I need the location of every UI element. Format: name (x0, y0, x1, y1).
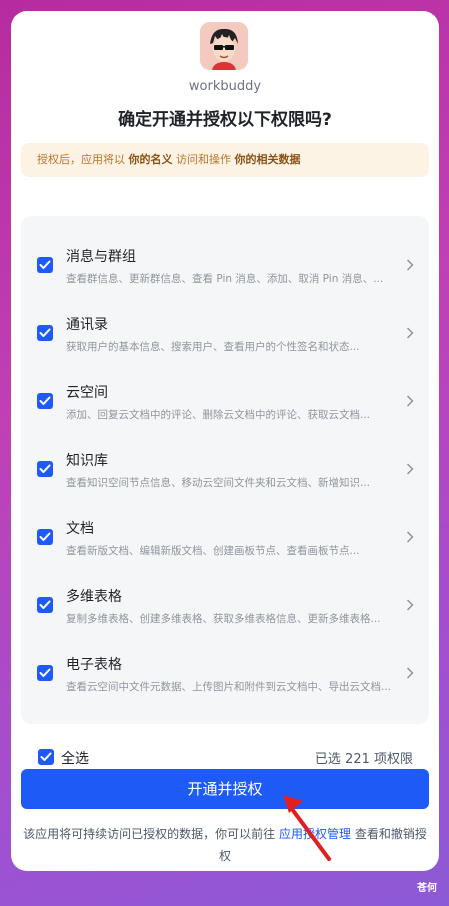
chevron-right-icon[interactable] (406, 667, 414, 679)
permission-name: 消息与群组 (66, 249, 136, 265)
permission-name: 通讯录 (66, 317, 108, 333)
permission-checkbox[interactable] (37, 325, 53, 341)
select-all-checkbox[interactable] (38, 749, 54, 765)
authorize-button[interactable]: 开通并授权 (21, 769, 429, 809)
permission-name: 电子表格 (66, 657, 122, 673)
select-all-label[interactable]: 全选 (61, 748, 89, 768)
footer-text-1: 该应用将可持续访问已授权的数据，你可以前往 (23, 827, 279, 841)
selected-count: 已选 221 项权限 (314, 752, 413, 767)
permission-item-wiki[interactable]: 知识库 查看知识空间节点信息、移动云空间文件夹和云文档、新增知识... (21, 420, 429, 489)
notice-strong-1: 你的名义 (128, 153, 173, 166)
permission-desc: 查看云空间中文件元数据、上传图片和附件到云文档中、导出云文档... (66, 681, 392, 693)
permission-checkbox[interactable] (37, 257, 53, 273)
permission-item-cloud-space[interactable]: 云空间 添加、回复云文档中的评论、删除云文档中的评论、获取云文档... (21, 352, 429, 421)
permission-item-docs[interactable]: 文档 查看新版文档、编辑新版文档、创建画板节点、查看画板节点... (21, 488, 429, 557)
permission-checkbox[interactable] (37, 461, 53, 477)
permission-name: 知识库 (66, 453, 108, 469)
footer-note: 该应用将可持续访问已授权的数据，你可以前往 应用授权管理 查看和撤销授权 (23, 823, 427, 867)
permission-item-sheets[interactable]: 电子表格 查看云空间中文件元数据、上传图片和附件到云文档中、导出云文档... (21, 624, 429, 693)
permission-name: 文档 (66, 521, 94, 537)
chevron-right-icon[interactable] (406, 327, 414, 339)
permission-checkbox[interactable] (37, 665, 53, 681)
chevron-right-icon[interactable] (406, 599, 414, 611)
dialog-title: 确定开通并授权以下权限吗? (118, 110, 332, 130)
notice-strong-2: 你的相关数据 (234, 153, 301, 166)
permission-checkbox[interactable] (37, 597, 53, 613)
chevron-right-icon[interactable] (406, 463, 414, 475)
check-icon (39, 464, 51, 473)
permission-item-messages[interactable]: 消息与群组 查看群信息、更新群信息、查看 Pin 消息、添加、取消 Pin 消息… (21, 216, 429, 285)
watermark: 苍何 (417, 883, 437, 894)
check-icon (39, 260, 51, 269)
chevron-right-icon[interactable] (406, 395, 414, 407)
check-icon (39, 328, 51, 337)
check-icon (39, 668, 51, 677)
app-avatar (200, 22, 248, 70)
chevron-right-icon[interactable] (406, 531, 414, 543)
permission-checkbox[interactable] (37, 529, 53, 545)
notice-text-1: 授权后，应用将以 (37, 153, 129, 166)
permission-item-contacts[interactable]: 通讯录 获取用户的基本信息、搜索用户、查看用户的个性签名和状态... (21, 284, 429, 353)
app-name: workbuddy (188, 79, 262, 94)
check-icon (39, 532, 51, 541)
authorization-dialog: workbuddy 确定开通并授权以下权限吗? 授权后，应用将以 你的名义 访问… (11, 11, 439, 871)
annotation-arrow-icon (283, 795, 331, 861)
authorization-notice: 授权后，应用将以 你的名义 访问和操作 你的相关数据 (21, 143, 429, 177)
chevron-right-icon[interactable] (406, 259, 414, 271)
check-icon (39, 600, 51, 609)
permission-name: 云空间 (66, 385, 108, 401)
check-icon (40, 752, 52, 761)
permission-checkbox[interactable] (37, 393, 53, 409)
check-icon (39, 396, 51, 405)
permission-list[interactable]: 消息与群组 查看群信息、更新群信息、查看 Pin 消息、添加、取消 Pin 消息… (21, 216, 429, 724)
permission-item-bitable[interactable]: 多维表格 复制多维表格、创建多维表格、获取多维表格信息、更新多维表格... (21, 556, 429, 625)
notice-text-2: 访问和操作 (172, 153, 235, 166)
permission-name: 多维表格 (66, 589, 122, 605)
